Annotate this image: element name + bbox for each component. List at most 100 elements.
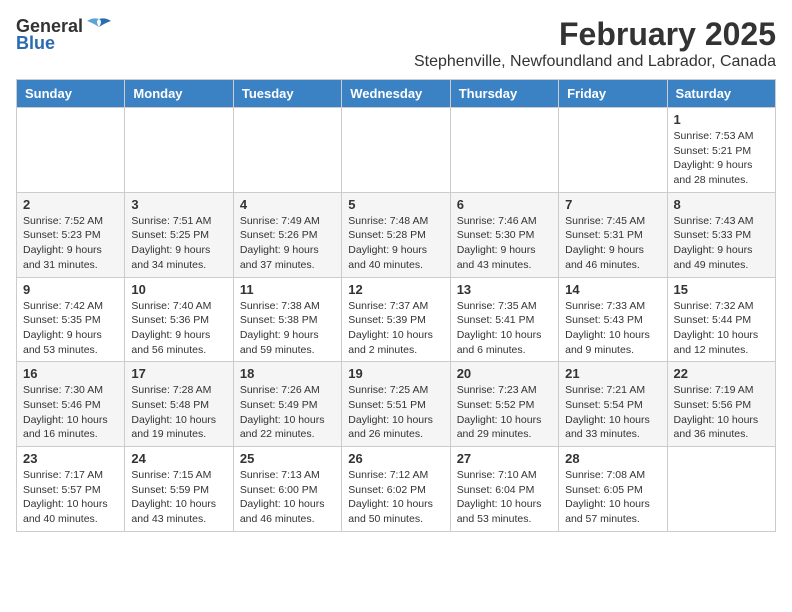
calendar-week-row: 1Sunrise: 7:53 AM Sunset: 5:21 PM Daylig… [17, 108, 776, 193]
day-info: Sunrise: 7:33 AM Sunset: 5:43 PM Dayligh… [565, 299, 660, 358]
header-day-friday: Friday [559, 80, 667, 108]
calendar: SundayMondayTuesdayWednesdayThursdayFrid… [16, 79, 776, 532]
day-info: Sunrise: 7:49 AM Sunset: 5:26 PM Dayligh… [240, 214, 335, 273]
calendar-cell: 21 Sunrise: 7:21 AM Sunset: 5:54 PM Dayli… [559, 362, 667, 447]
calendar-cell: 11 Sunrise: 7:38 AM Sunset: 5:38 PM Dayli… [233, 277, 341, 362]
day-info: Sunrise: 7:40 AM Sunset: 5:36 PM Dayligh… [131, 299, 226, 358]
calendar-cell: 23Sunrise: 7:17 AM Sunset: 5:57 PM Dayli… [17, 447, 125, 532]
day-number: 12 [348, 282, 443, 297]
day-number: 15 [674, 282, 769, 297]
day-info: Sunrise: 7:51 AM Sunset: 5:25 PM Dayligh… [131, 214, 226, 273]
day-number: 13 [457, 282, 552, 297]
calendar-cell: 28 Sunrise: 7:08 AM Sunset: 6:05 PM Dayli… [559, 447, 667, 532]
calendar-cell: 2 Sunrise: 7:52 AM Sunset: 5:23 PM Daylig… [17, 192, 125, 277]
calendar-cell [125, 108, 233, 193]
day-info: Sunrise: 7:26 AM Sunset: 5:49 PM Dayligh… [240, 383, 335, 442]
day-info: Sunrise: 7:15 AM Sunset: 5:59 PM Dayligh… [131, 468, 226, 527]
calendar-cell: 20 Sunrise: 7:23 AM Sunset: 5:52 PM Dayli… [450, 362, 558, 447]
calendar-cell [559, 108, 667, 193]
day-number: 9 [23, 282, 118, 297]
calendar-cell: 9 Sunrise: 7:42 AM Sunset: 5:35 PM Daylig… [17, 277, 125, 362]
calendar-cell: 13Sunrise: 7:35 AM Sunset: 5:41 PM Dayli… [450, 277, 558, 362]
day-number: 5 [348, 197, 443, 212]
calendar-cell: 1Sunrise: 7:53 AM Sunset: 5:21 PM Daylig… [667, 108, 775, 193]
header-day-wednesday: Wednesday [342, 80, 450, 108]
day-number: 11 [240, 282, 335, 297]
day-number: 21 [565, 366, 660, 381]
calendar-cell: 16Sunrise: 7:30 AM Sunset: 5:46 PM Dayli… [17, 362, 125, 447]
day-info: Sunrise: 7:10 AM Sunset: 6:04 PM Dayligh… [457, 468, 552, 527]
calendar-cell: 15 Sunrise: 7:32 AM Sunset: 5:44 PM Dayli… [667, 277, 775, 362]
calendar-cell: 5 Sunrise: 7:48 AM Sunset: 5:28 PM Daylig… [342, 192, 450, 277]
day-number: 10 [131, 282, 226, 297]
calendar-cell: 4Sunrise: 7:49 AM Sunset: 5:26 PM Daylig… [233, 192, 341, 277]
day-number: 3 [131, 197, 226, 212]
calendar-cell: 6 Sunrise: 7:46 AM Sunset: 5:30 PM Daylig… [450, 192, 558, 277]
calendar-cell: 12 Sunrise: 7:37 AM Sunset: 5:39 PM Dayli… [342, 277, 450, 362]
day-number: 22 [674, 366, 769, 381]
day-info: Sunrise: 7:23 AM Sunset: 5:52 PM Dayligh… [457, 383, 552, 442]
day-info: Sunrise: 7:38 AM Sunset: 5:38 PM Dayligh… [240, 299, 335, 358]
calendar-cell: 19 Sunrise: 7:25 AM Sunset: 5:51 PM Dayli… [342, 362, 450, 447]
calendar-cell: 14 Sunrise: 7:33 AM Sunset: 5:43 PM Dayli… [559, 277, 667, 362]
calendar-cell: 3 Sunrise: 7:51 AM Sunset: 5:25 PM Daylig… [125, 192, 233, 277]
calendar-cell [233, 108, 341, 193]
day-info: Sunrise: 7:25 AM Sunset: 5:51 PM Dayligh… [348, 383, 443, 442]
day-info: Sunrise: 7:08 AM Sunset: 6:05 PM Dayligh… [565, 468, 660, 527]
location-title: Stephenville, Newfoundland and Labrador,… [414, 53, 776, 71]
day-number: 20 [457, 366, 552, 381]
day-info: Sunrise: 7:17 AM Sunset: 5:57 PM Dayligh… [23, 468, 118, 527]
month-title: February 2025 [414, 16, 776, 53]
header-day-saturday: Saturday [667, 80, 775, 108]
day-info: Sunrise: 7:19 AM Sunset: 5:56 PM Dayligh… [674, 383, 769, 442]
day-info: Sunrise: 7:42 AM Sunset: 5:35 PM Dayligh… [23, 299, 118, 358]
calendar-header-row: SundayMondayTuesdayWednesdayThursdayFrid… [17, 80, 776, 108]
day-number: 18 [240, 366, 335, 381]
day-number: 17 [131, 366, 226, 381]
day-number: 7 [565, 197, 660, 212]
day-info: Sunrise: 7:45 AM Sunset: 5:31 PM Dayligh… [565, 214, 660, 273]
day-info: Sunrise: 7:28 AM Sunset: 5:48 PM Dayligh… [131, 383, 226, 442]
calendar-cell [17, 108, 125, 193]
day-number: 25 [240, 451, 335, 466]
calendar-cell: 8 Sunrise: 7:43 AM Sunset: 5:33 PM Daylig… [667, 192, 775, 277]
day-info: Sunrise: 7:46 AM Sunset: 5:30 PM Dayligh… [457, 214, 552, 273]
day-info: Sunrise: 7:53 AM Sunset: 5:21 PM Dayligh… [674, 129, 769, 188]
day-number: 26 [348, 451, 443, 466]
day-number: 14 [565, 282, 660, 297]
calendar-cell [342, 108, 450, 193]
day-number: 6 [457, 197, 552, 212]
header-day-monday: Monday [125, 80, 233, 108]
calendar-cell: 27 Sunrise: 7:10 AM Sunset: 6:04 PM Dayli… [450, 447, 558, 532]
day-number: 27 [457, 451, 552, 466]
day-info: Sunrise: 7:48 AM Sunset: 5:28 PM Dayligh… [348, 214, 443, 273]
calendar-cell [667, 447, 775, 532]
day-info: Sunrise: 7:12 AM Sunset: 6:02 PM Dayligh… [348, 468, 443, 527]
day-number: 8 [674, 197, 769, 212]
day-number: 2 [23, 197, 118, 212]
day-number: 16 [23, 366, 118, 381]
header-day-thursday: Thursday [450, 80, 558, 108]
calendar-cell: 10 Sunrise: 7:40 AM Sunset: 5:36 PM Dayli… [125, 277, 233, 362]
calendar-week-row: 23Sunrise: 7:17 AM Sunset: 5:57 PM Dayli… [17, 447, 776, 532]
day-number: 19 [348, 366, 443, 381]
logo-bird-icon [85, 17, 113, 37]
day-info: Sunrise: 7:43 AM Sunset: 5:33 PM Dayligh… [674, 214, 769, 273]
day-info: Sunrise: 7:52 AM Sunset: 5:23 PM Dayligh… [23, 214, 118, 273]
header-day-tuesday: Tuesday [233, 80, 341, 108]
day-info: Sunrise: 7:37 AM Sunset: 5:39 PM Dayligh… [348, 299, 443, 358]
calendar-cell: 17 Sunrise: 7:28 AM Sunset: 5:48 PM Dayli… [125, 362, 233, 447]
title-area: February 2025 Stephenville, Newfoundland… [414, 16, 776, 71]
calendar-cell: 22 Sunrise: 7:19 AM Sunset: 5:56 PM Dayli… [667, 362, 775, 447]
calendar-cell: 24Sunrise: 7:15 AM Sunset: 5:59 PM Dayli… [125, 447, 233, 532]
day-info: Sunrise: 7:21 AM Sunset: 5:54 PM Dayligh… [565, 383, 660, 442]
header: General Blue February 2025 Stephenville,… [16, 16, 776, 71]
calendar-week-row: 9 Sunrise: 7:42 AM Sunset: 5:35 PM Daylig… [17, 277, 776, 362]
day-info: Sunrise: 7:32 AM Sunset: 5:44 PM Dayligh… [674, 299, 769, 358]
calendar-week-row: 2 Sunrise: 7:52 AM Sunset: 5:23 PM Daylig… [17, 192, 776, 277]
calendar-cell: 25Sunrise: 7:13 AM Sunset: 6:00 PM Dayli… [233, 447, 341, 532]
logo: General Blue [16, 16, 113, 54]
logo-blue-text: Blue [16, 33, 55, 54]
day-number: 28 [565, 451, 660, 466]
calendar-cell: 7 Sunrise: 7:45 AM Sunset: 5:31 PM Daylig… [559, 192, 667, 277]
